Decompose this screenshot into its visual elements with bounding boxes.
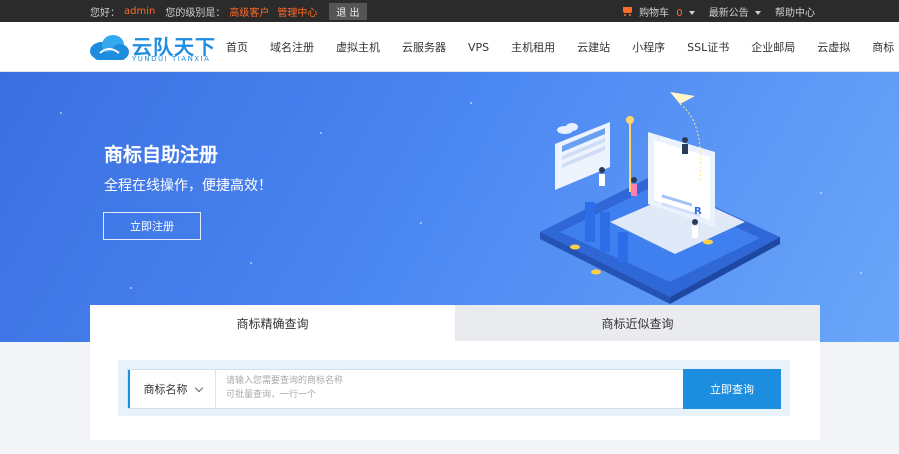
chevron-down-icon bbox=[194, 383, 203, 392]
banner-subtitle: 全程在线操作，便捷高效！ bbox=[104, 178, 272, 194]
search-now-button[interactable]: 立即查询 bbox=[683, 369, 781, 409]
nav-item-colocation[interactable]: 主机租用 bbox=[511, 39, 555, 55]
search-tabs: 商标精确查询 商标近似查询 bbox=[90, 305, 820, 341]
chevron-down-icon bbox=[755, 10, 761, 15]
nav-item-site-builder[interactable]: 云建站 bbox=[577, 39, 610, 55]
chevron-down-icon bbox=[688, 10, 695, 15]
hero-banner: 商标自助注册 全程在线操作，便捷高效！ 立即注册 R bbox=[0, 72, 899, 342]
top-bar: 您好： admin 您的级别是： 高级客户 管理中心 退 出 购物车 0 最新公… bbox=[0, 0, 899, 22]
main-nav: 首页 域名注册 虚拟主机 云服务器 VPS 主机租用 云建站 小程序 SSL证书… bbox=[226, 22, 899, 72]
search-type-select[interactable]: 商标名称 bbox=[128, 370, 216, 408]
nav-item-cloud-server[interactable]: 云服务器 bbox=[402, 39, 446, 55]
register-now-button[interactable]: 立即注册 bbox=[103, 212, 201, 240]
trademark-illustration: R bbox=[540, 92, 780, 304]
main-header: 云队天下 YUNDUI TIANXIA 首页 域名注册 虚拟主机 云服务器 VP… bbox=[0, 22, 899, 72]
tab-similar-search[interactable]: 商标近似查询 bbox=[455, 305, 820, 341]
nav-item-email[interactable]: 企业邮局 bbox=[751, 39, 795, 55]
placeholder-line-1: 请输入您需要查询的商标名称 bbox=[226, 376, 344, 386]
cart-count: 0 bbox=[676, 7, 683, 19]
cart-label: 购物车 bbox=[639, 7, 670, 19]
admin-center-link[interactable]: 管理中心 bbox=[277, 4, 317, 19]
logout-button[interactable]: 退 出 bbox=[329, 2, 367, 20]
nav-item-hosting[interactable]: 虚拟主机 bbox=[336, 39, 380, 55]
logo-en-text: YUNDUI TIANXIA bbox=[132, 55, 211, 63]
help-center-link[interactable]: 帮助中心 bbox=[775, 4, 815, 19]
welcome-label: 您好： bbox=[90, 7, 120, 19]
nav-item-vps[interactable]: VPS bbox=[468, 41, 489, 54]
r-badge: R bbox=[694, 206, 702, 217]
level-value: 高级客户 bbox=[229, 7, 270, 19]
search-type-value: 商标名称 bbox=[143, 383, 188, 396]
nav-item-domain[interactable]: 域名注册 bbox=[270, 39, 314, 55]
cart-icon bbox=[622, 6, 633, 16]
cloud-logo-icon bbox=[90, 35, 129, 60]
banner-title: 商标自助注册 bbox=[104, 144, 219, 166]
top-right-links: 购物车 0 最新公告 帮助中心 bbox=[622, 0, 815, 22]
level-label: 您的级别是： bbox=[165, 7, 226, 19]
username-link[interactable]: admin bbox=[124, 6, 155, 17]
search-panel: 商标名称 请输入您需要查询的商标名称 可批量查询，一行一个 立即查询 bbox=[90, 341, 820, 440]
placeholder-line-2: 可批量查询，一行一个 bbox=[226, 390, 317, 400]
announcements-label: 最新公告 bbox=[708, 7, 749, 19]
nav-item-cloud-virtual[interactable]: 云虚拟 bbox=[817, 39, 850, 55]
cart-link[interactable]: 购物车 0 bbox=[622, 4, 695, 19]
tab-exact-search[interactable]: 商标精确查询 bbox=[90, 305, 455, 341]
trademark-search-input[interactable]: 请输入您需要查询的商标名称 可批量查询，一行一个 bbox=[216, 370, 683, 408]
search-box: 商标名称 请输入您需要查询的商标名称 可批量查询，一行一个 立即查询 bbox=[118, 360, 790, 416]
search-input-group: 商标名称 请输入您需要查询的商标名称 可批量查询，一行一个 立即查询 bbox=[127, 369, 781, 409]
nav-item-mini-program[interactable]: 小程序 bbox=[632, 39, 665, 55]
announcements-link[interactable]: 最新公告 bbox=[709, 4, 761, 19]
user-info: 您好： admin 您的级别是： 高级客户 管理中心 退 出 bbox=[90, 0, 367, 22]
nav-item-trademark[interactable]: 商标 bbox=[872, 39, 894, 55]
nav-item-ssl[interactable]: SSL证书 bbox=[687, 39, 729, 55]
site-logo[interactable]: 云队天下 YUNDUI TIANXIA bbox=[88, 31, 218, 65]
nav-item-home[interactable]: 首页 bbox=[226, 39, 248, 55]
